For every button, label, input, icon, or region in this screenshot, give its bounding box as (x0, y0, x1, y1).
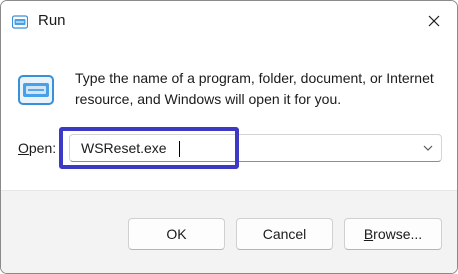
ok-button[interactable]: OK (128, 218, 225, 250)
title-bar: Run (1, 1, 457, 41)
run-icon (18, 75, 54, 105)
text-caret (179, 141, 180, 157)
close-button[interactable] (411, 1, 457, 41)
open-label-text: pen: (28, 140, 57, 156)
dialog-description: Type the name of a program, folder, docu… (75, 70, 434, 107)
close-icon (428, 15, 440, 27)
dialog-body: Type the name of a program, folder, docu… (1, 41, 457, 190)
cancel-button[interactable]: Cancel (236, 218, 333, 250)
open-input[interactable]: WSReset.exe (81, 140, 167, 156)
browse-accelerator: B (363, 226, 374, 242)
dropdown-button[interactable] (417, 137, 439, 159)
browse-button[interactable]: Browse... (344, 218, 442, 250)
run-dialog: Run Type the name of a program, folder, … (0, 0, 458, 274)
open-combobox[interactable]: WSReset.exe (69, 134, 442, 162)
run-app-icon (12, 15, 28, 29)
open-label: Open: (18, 140, 56, 156)
window-title: Run (38, 12, 66, 29)
dialog-footer: OK Cancel Browse... (1, 190, 457, 273)
open-label-accelerator: O (18, 140, 29, 156)
browse-label-text: rowse... (373, 226, 423, 242)
chevron-down-icon (423, 145, 433, 151)
